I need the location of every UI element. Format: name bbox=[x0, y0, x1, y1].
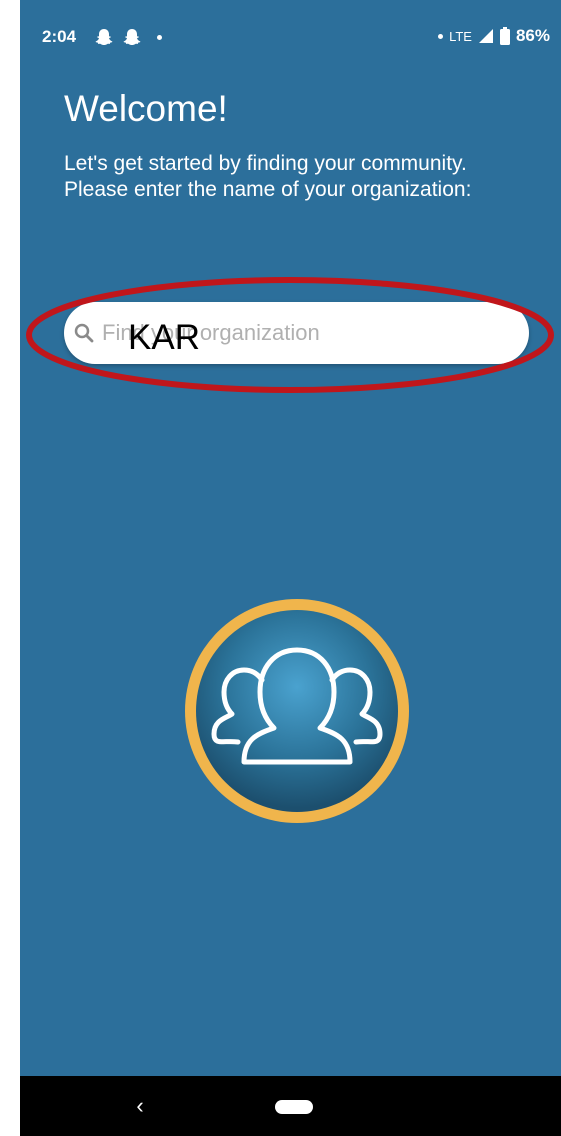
snapchat-ghost-icon bbox=[123, 29, 141, 45]
signal-icon bbox=[478, 29, 493, 43]
organization-search-box[interactable] bbox=[64, 302, 529, 364]
home-button[interactable] bbox=[275, 1100, 313, 1114]
app-screen: 2:04 LTE 86% Welcome! Let's get started … bbox=[20, 0, 561, 1136]
community-people-icon bbox=[185, 599, 409, 823]
search-icon bbox=[74, 323, 94, 343]
notification-dot-icon bbox=[157, 35, 162, 40]
battery-icon bbox=[499, 27, 510, 45]
page-title: Welcome! bbox=[64, 88, 228, 129]
status-bar: 2:04 LTE 86% bbox=[20, 0, 561, 76]
status-indicators: LTE 86% bbox=[438, 26, 550, 46]
snapchat-ghost-icon bbox=[95, 29, 113, 45]
network-type: LTE bbox=[449, 28, 472, 44]
organization-search-input[interactable] bbox=[102, 302, 512, 364]
back-button[interactable]: ‹ bbox=[128, 1092, 152, 1120]
battery-level: 86% bbox=[515, 26, 550, 45]
status-time: 2:04 bbox=[42, 27, 77, 46]
system-navigation-bar: ‹ bbox=[20, 1076, 561, 1136]
notification-dot-icon bbox=[438, 33, 444, 39]
intro-text: Let's get started by finding your commun… bbox=[64, 152, 472, 201]
